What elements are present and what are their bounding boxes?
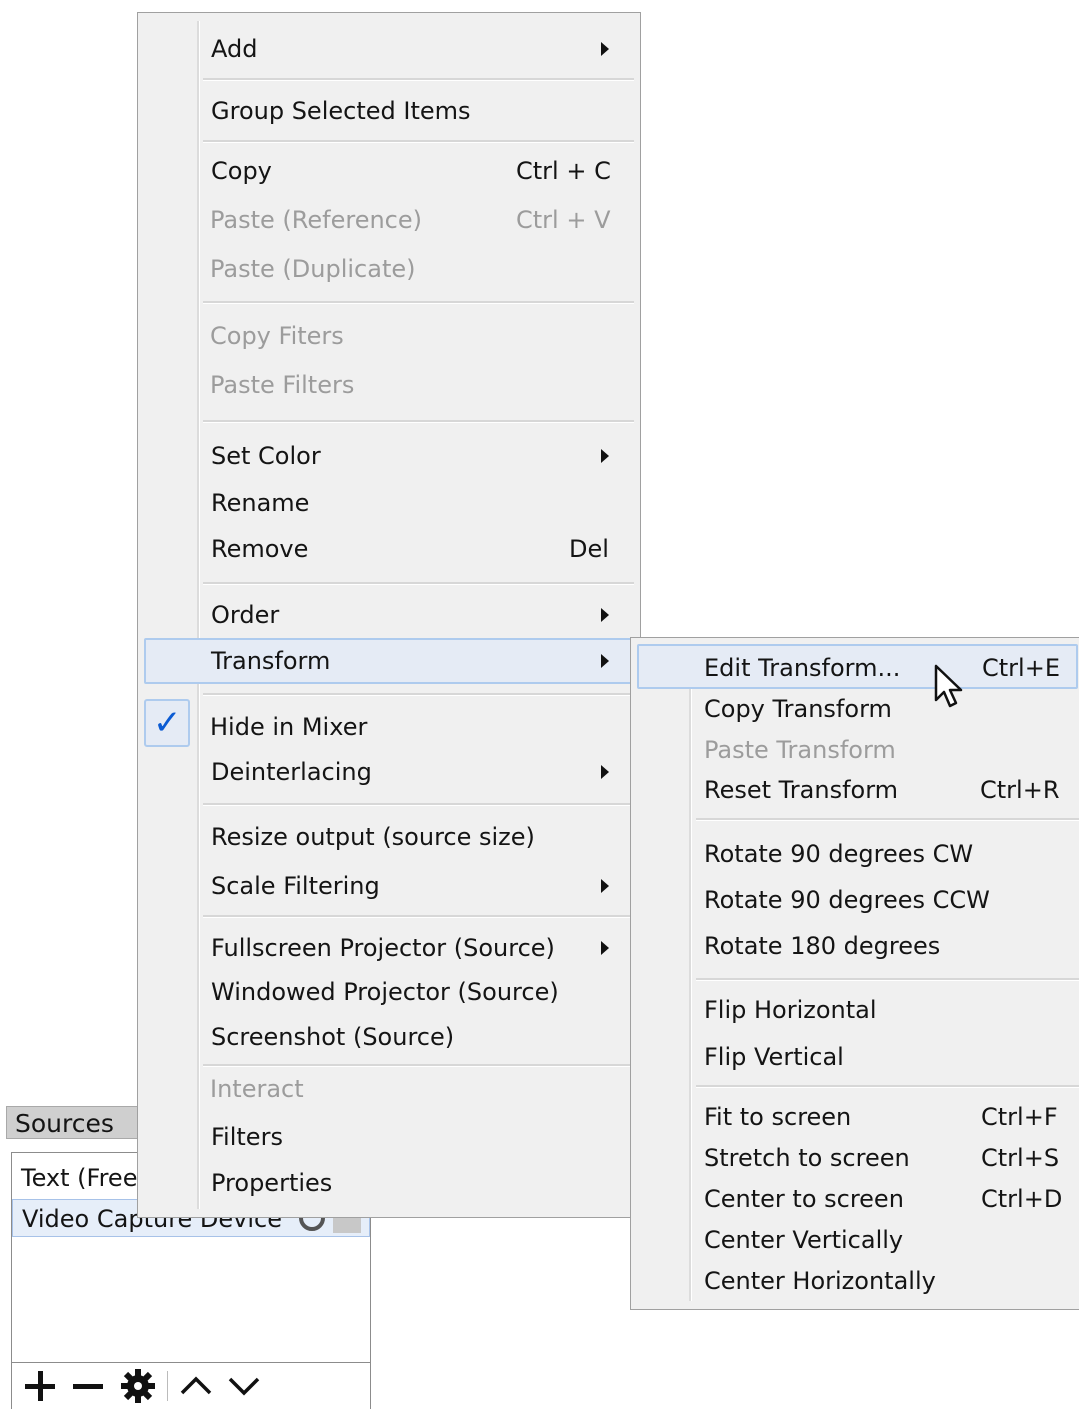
submenu-arrow-icon	[601, 941, 609, 955]
menu-separator	[203, 140, 634, 143]
submenu-arrow-icon	[601, 608, 609, 622]
menu-item-flip-vertical[interactable]: Flip Vertical	[704, 1035, 1064, 1079]
menu-item-edit-transform[interactable]: Edit Transform... Ctrl+E	[704, 646, 1064, 690]
menu-item-deinterlacing[interactable]: Deinterlacing	[211, 750, 611, 794]
plus-icon	[25, 1371, 55, 1401]
source-properties-button[interactable]	[116, 1363, 160, 1409]
menu-item-paste-filters: Paste Filters	[210, 371, 355, 399]
menu-gutter	[689, 646, 692, 1301]
menu-gutter	[197, 21, 200, 1209]
menu-item-resize-output[interactable]: Resize output (source size)	[211, 815, 611, 859]
submenu-arrow-icon	[601, 449, 609, 463]
sources-toolbar	[12, 1362, 370, 1409]
menu-item-paste-duplicate: Paste (Duplicate)	[210, 255, 416, 283]
menu-item-paste-transform: Paste Transform	[704, 736, 896, 764]
menu-item-properties[interactable]: Properties	[211, 1161, 611, 1205]
submenu-arrow-icon	[601, 765, 609, 779]
menu-separator	[696, 1085, 1079, 1088]
menu-item-screenshot[interactable]: Screenshot (Source)	[211, 1015, 611, 1059]
menu-separator	[203, 582, 634, 585]
menu-item-copy-filters: Copy Fiters	[210, 322, 344, 350]
menu-item-copy-transform[interactable]: Copy Transform	[704, 687, 1064, 731]
submenu-arrow-icon	[601, 654, 609, 668]
menu-item-scale-filtering[interactable]: Scale Filtering	[211, 864, 611, 908]
chevron-down-icon	[228, 1377, 260, 1396]
menu-separator	[203, 693, 634, 696]
menu-item-order[interactable]: Order	[211, 593, 611, 637]
menu-item-center-to-screen[interactable]: Center to screen Ctrl+D	[704, 1177, 1064, 1221]
shortcut-label: Ctrl+R	[980, 776, 1060, 804]
move-up-button[interactable]	[176, 1363, 216, 1409]
menu-item-copy[interactable]: Copy Ctrl + C	[211, 149, 611, 193]
menu-item-filters[interactable]: Filters	[211, 1115, 611, 1159]
mouse-cursor-icon	[934, 664, 963, 708]
remove-source-button[interactable]	[68, 1363, 108, 1409]
shortcut-label: Del	[569, 535, 609, 563]
menu-item-center-horizontally[interactable]: Center Horizontally	[704, 1259, 1064, 1303]
submenu-arrow-icon	[601, 879, 609, 893]
shortcut-label: Ctrl + V	[516, 206, 611, 234]
menu-item-group-selected[interactable]: Group Selected Items	[211, 89, 611, 133]
hide-in-mixer-checkbox[interactable]: ✓	[144, 699, 190, 747]
menu-item-rotate-ccw[interactable]: Rotate 90 degrees CCW	[704, 878, 1064, 922]
menu-item-windowed-projector[interactable]: Windowed Projector (Source)	[211, 970, 611, 1014]
menu-item-fit-to-screen[interactable]: Fit to screen Ctrl+F	[704, 1095, 1064, 1139]
shortcut-label: Ctrl + C	[516, 157, 611, 185]
menu-item-reset-transform[interactable]: Reset Transform Ctrl+R	[704, 768, 1064, 812]
menu-separator	[203, 301, 634, 304]
menu-item-hide-in-mixer[interactable]: Hide in Mixer	[210, 705, 610, 749]
shortcut-label: Ctrl+F	[981, 1103, 1058, 1131]
menu-item-flip-horizontal[interactable]: Flip Horizontal	[704, 988, 1064, 1032]
move-down-button[interactable]	[224, 1363, 264, 1409]
add-source-button[interactable]	[20, 1363, 60, 1409]
gear-icon	[121, 1369, 155, 1403]
shortcut-label: Ctrl+D	[981, 1185, 1063, 1213]
chevron-up-icon	[180, 1376, 212, 1395]
toolbar-divider	[167, 1371, 168, 1401]
menu-separator	[203, 78, 634, 81]
shortcut-label: Ctrl+S	[981, 1144, 1060, 1172]
shortcut-label: Ctrl+E	[982, 654, 1060, 682]
menu-item-stretch-to-screen[interactable]: Stretch to screen Ctrl+S	[704, 1136, 1064, 1180]
submenu-arrow-icon	[601, 42, 609, 56]
menu-separator	[203, 420, 634, 423]
minus-icon	[73, 1384, 103, 1389]
menu-item-interact: Interact	[210, 1075, 304, 1103]
sources-title: Sources	[15, 1109, 114, 1138]
menu-item-remove[interactable]: Remove Del	[211, 527, 611, 571]
menu-separator	[203, 915, 634, 918]
menu-separator	[203, 803, 634, 806]
menu-item-add[interactable]: Add	[211, 27, 611, 71]
menu-item-paste-reference: Paste (Reference) Ctrl + V	[210, 198, 611, 242]
menu-item-rename[interactable]: Rename	[211, 481, 611, 525]
menu-item-rotate-cw[interactable]: Rotate 90 degrees CW	[704, 832, 1064, 876]
menu-separator	[696, 978, 1079, 981]
menu-item-fullscreen-projector[interactable]: Fullscreen Projector (Source)	[211, 926, 611, 970]
menu-item-center-vertically[interactable]: Center Vertically	[704, 1218, 1064, 1262]
checkmark-icon: ✓	[153, 703, 182, 743]
menu-separator	[696, 818, 1079, 821]
menu-item-set-color[interactable]: Set Color	[211, 434, 611, 478]
menu-item-rotate-180[interactable]: Rotate 180 degrees	[704, 924, 1064, 968]
menu-item-transform[interactable]: Transform	[211, 639, 611, 683]
